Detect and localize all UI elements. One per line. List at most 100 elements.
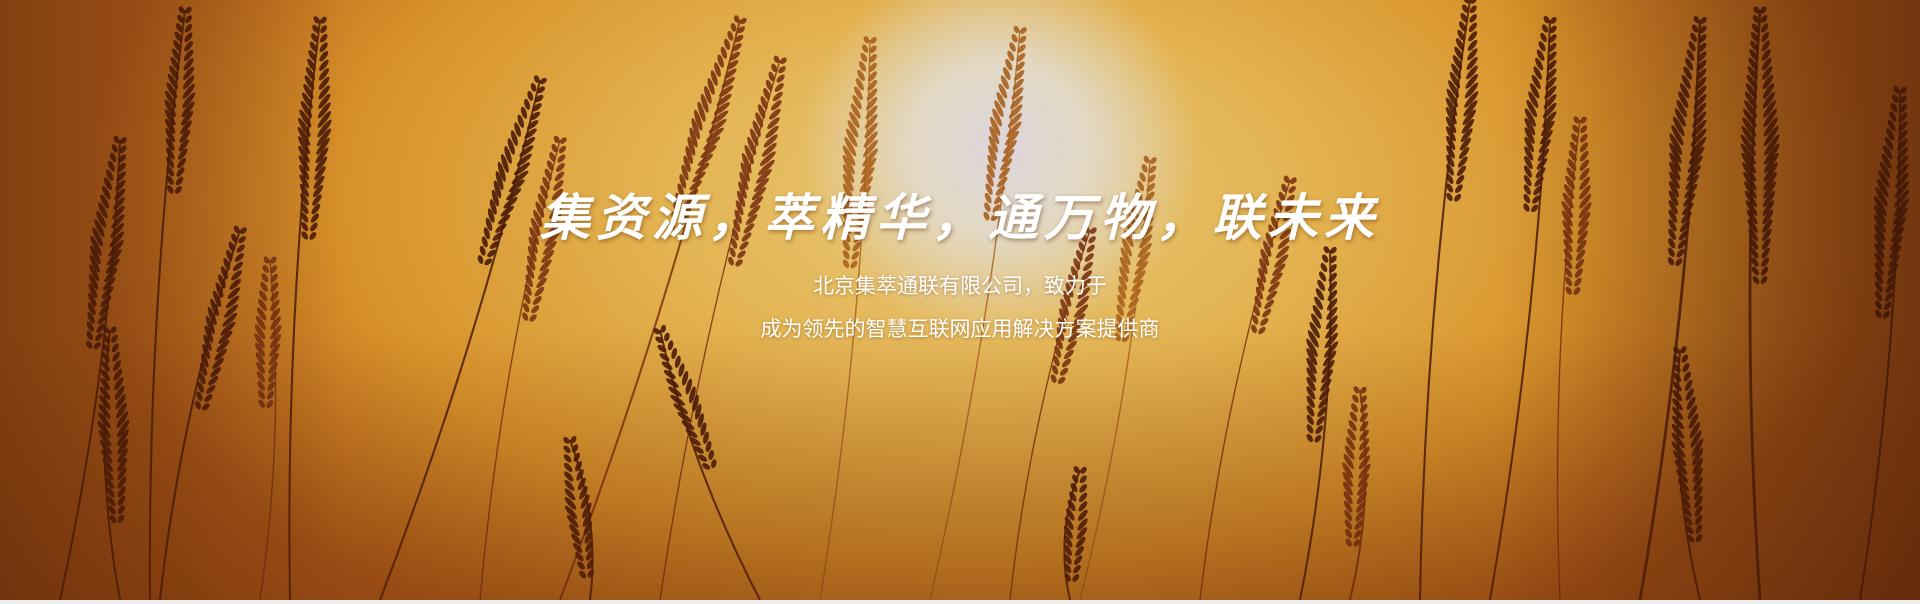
reed-spikelet [258,399,265,408]
reed-spikelet [776,74,785,83]
reed-spikelet [728,256,735,266]
reed-spikelet [1352,394,1359,403]
reed-spikelet [1580,133,1588,143]
hero-description-line-1: 北京集萃通联有限公司，致力于 [813,274,1107,298]
hero-slogan: 集资源，萃精华，通万物，联未来 [540,188,1380,247]
reed-spikelet [1050,374,1057,383]
reed-spikelet [557,154,566,163]
reed-spikelet [1345,538,1352,547]
reed-spikelet [1675,258,1683,266]
reed-spikelet [266,390,275,400]
reed-spikelet [555,163,565,172]
reed-spikelet [1057,376,1066,385]
reed-spikelet [1695,524,1703,534]
reed-spikelet [1667,257,1675,266]
reed-seed-head [1671,346,1704,543]
reed-spikelet [730,23,737,32]
reed-spikelet [770,100,782,111]
reed-spikelet [1079,475,1087,484]
reed-spikelet [111,343,119,353]
reed-spikelet [1892,94,1899,103]
reed-spikelet [176,167,185,177]
reed-spikelet [266,400,274,409]
reed-stem [658,329,761,600]
reed-spikelet [1314,434,1322,443]
reed-spikelet [1580,125,1588,134]
reed-spikelet [1469,14,1477,23]
reed-spikelet [735,259,743,267]
reed-spikelet [204,394,213,403]
reed-spikelet [1084,253,1094,262]
reed-spikelet [184,23,193,33]
reed-spikelet [1345,529,1353,539]
reed-spikelet [1695,534,1703,543]
reed-spikelet [1073,564,1081,574]
reed-seed-head [164,6,196,194]
reed-spikelet [1078,492,1088,503]
wheat-reeds-background [58,0,1910,600]
reed-spikelet [1074,555,1083,565]
reed-spikelet [477,255,484,264]
reed-spikelet [234,253,244,262]
reed-spikelet [577,561,586,570]
reed-stem [1418,0,1472,600]
reed-spikelet [257,390,265,400]
reed-spikelet [1468,22,1478,32]
reed-spikelet [1306,424,1314,434]
reed-spikelet [1061,358,1072,368]
reed-spikelet [711,459,717,469]
reed-spikelet [529,111,541,121]
reed-spikelet [842,250,850,260]
reed-spikelet [563,454,572,463]
reed-spikelet [1059,367,1069,376]
reed-spikelet [195,400,201,410]
reed-spikelet [579,570,587,579]
reed-spikelet [851,251,860,260]
reed-spikelet [1306,433,1313,443]
reed-spikelet [1691,24,1699,33]
reed-spikelet [206,385,216,394]
reed-seed-head [563,435,594,579]
reed-spikelet [563,462,573,472]
reed-spikelet [527,120,539,130]
reed-spikelet [1315,425,1324,434]
reed-spikelet [1015,61,1025,72]
reed-spikelet [1141,164,1148,173]
reed-spikelet [726,60,739,70]
reed-seed-head [653,324,717,470]
reed-spikelet [202,403,210,411]
reed-stem [1858,89,1902,600]
reed-spikelet [263,256,270,264]
reed-spikelet [563,445,571,454]
reed-spikelet [530,83,537,92]
reed-spikelet [587,569,594,578]
reed-spikelet [842,259,850,268]
reed-spikelet [1883,301,1892,310]
reed-spikelet [1681,354,1688,363]
reed-spikelet [1072,574,1080,582]
hero-description-line-2: 成为领先的智慧互联网应用解决方案提供商 [760,317,1160,341]
reed-stem [1488,19,1552,600]
reed-spikelet [1760,23,1769,33]
reed-spikelet [850,260,858,269]
reed-spikelet [862,44,869,53]
reed-stem [1298,249,1332,600]
bottom-divider [0,600,1920,604]
reed-spikelet [1761,257,1770,267]
reed-spikelet [117,514,125,523]
reed-spikelet [1322,254,1329,263]
reed-spikelet [1875,300,1882,310]
reed-spikelet [774,83,784,92]
reed-spikelet [1079,484,1088,493]
reed-spikelet [111,144,118,153]
reed-seed-head [1445,0,1479,202]
reed-spikelet [1541,24,1549,33]
reed-spikelet [1011,34,1018,43]
reed-spikelet [737,250,746,259]
hero-banner: 集资源，萃精华，通万物，联未来 北京集萃通联有限公司，致力于 成为领先的智慧互联… [0,0,1920,600]
reed-spikelet [1014,70,1025,81]
reed-spikelet [117,505,125,515]
reed-stem [1638,19,1702,600]
reed-spikelet [319,33,328,43]
reed-spikelet [772,91,783,102]
